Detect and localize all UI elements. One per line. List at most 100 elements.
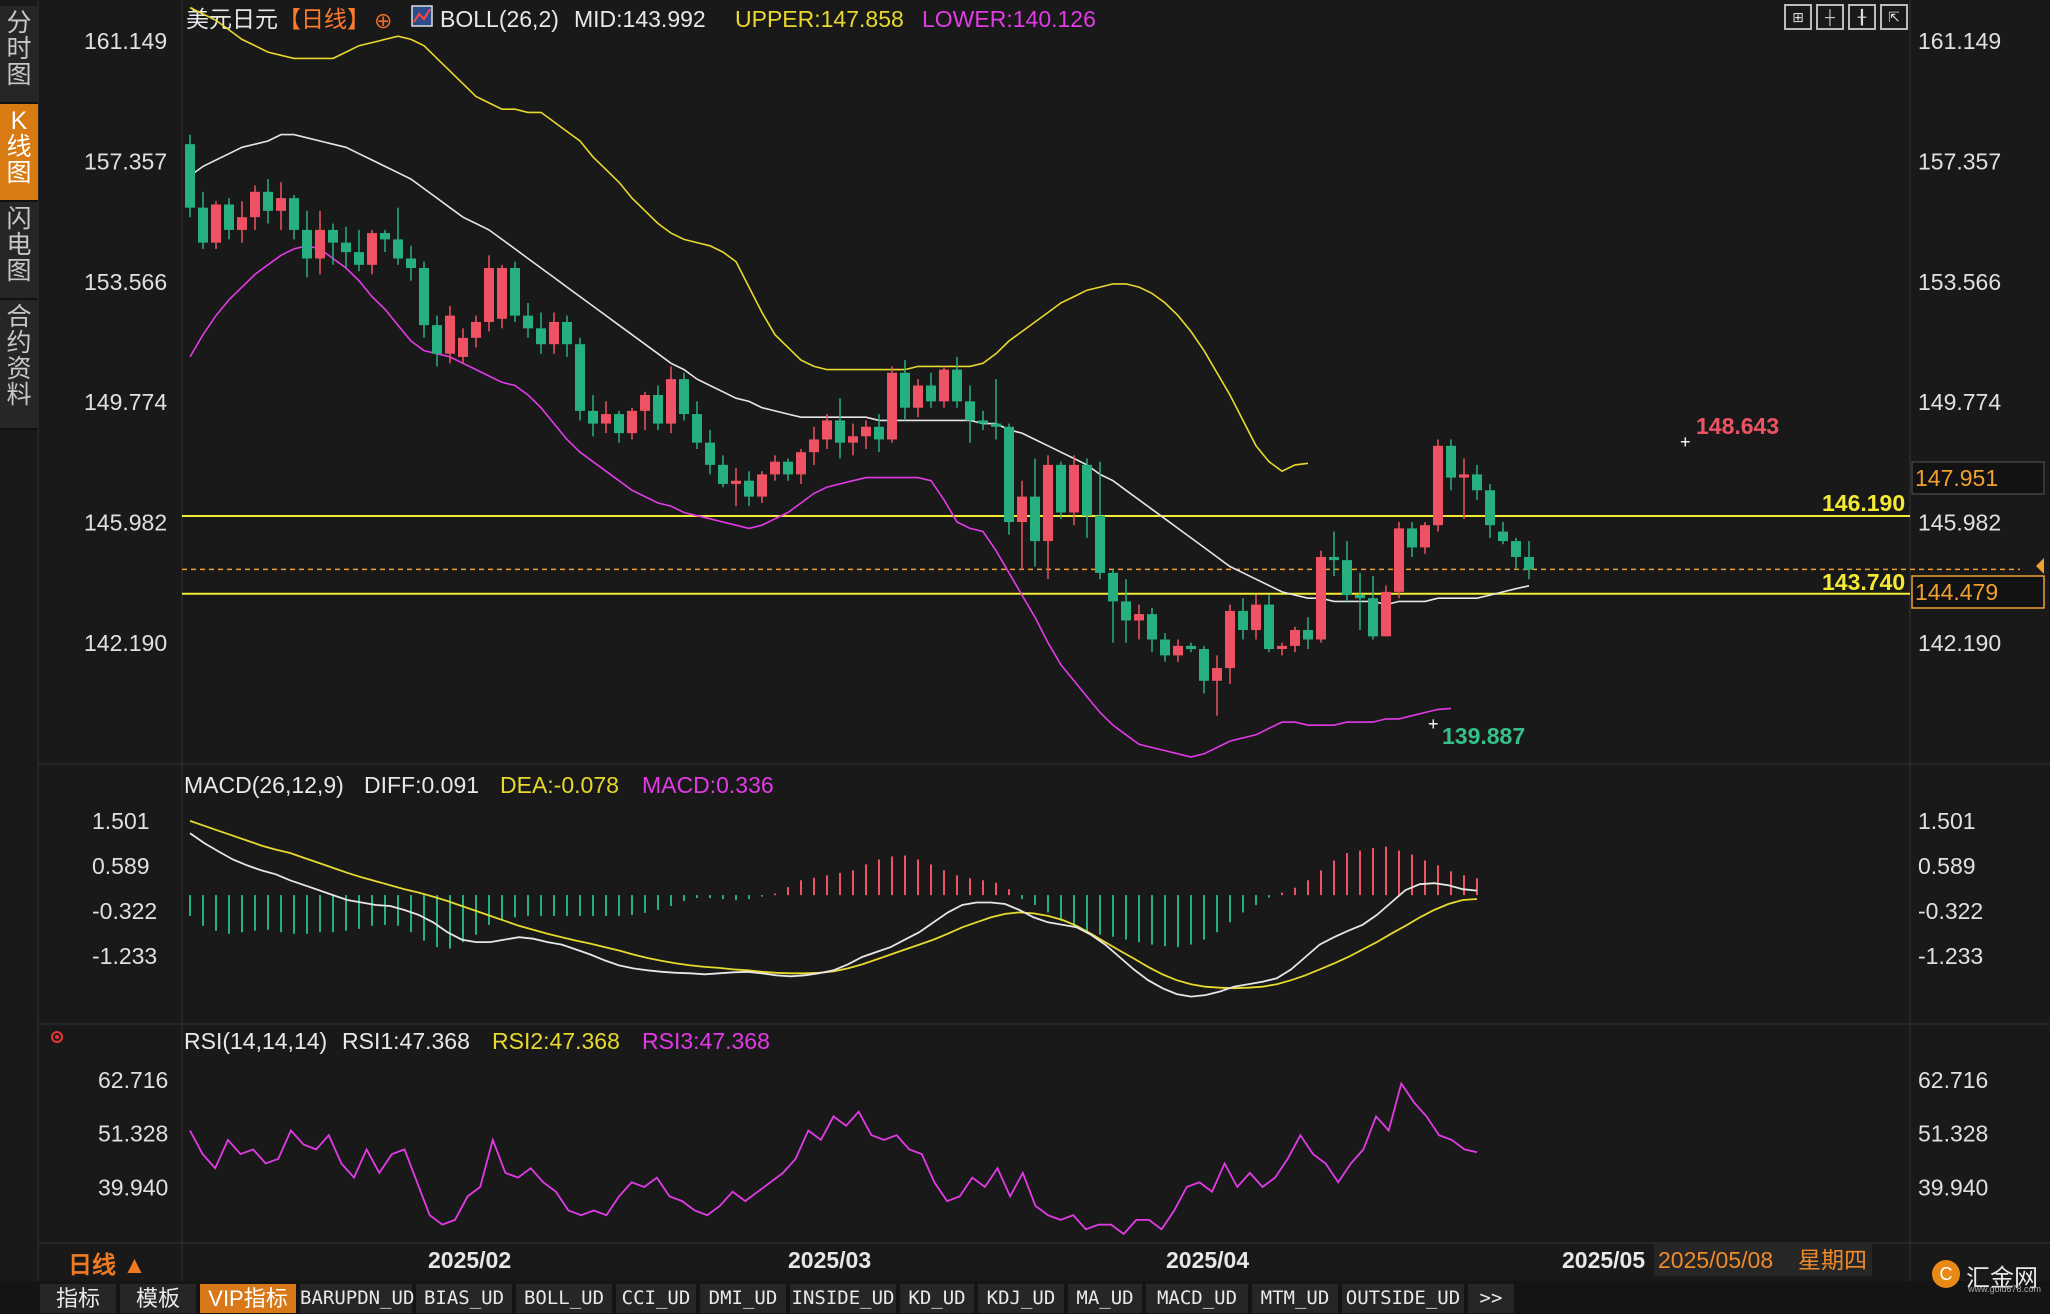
tab-模板[interactable]: 模板 (120, 1284, 196, 1313)
expand-icon[interactable]: ⇱ (1880, 4, 1908, 30)
candle-body (848, 436, 858, 443)
price-tick-left: 145.982 (84, 510, 167, 536)
candle-body (575, 344, 585, 411)
candle-body (822, 420, 832, 440)
sidebar-item-kline[interactable]: K线图 (0, 104, 38, 202)
candle-body (1381, 591, 1391, 637)
candle-body (497, 268, 507, 319)
candle-body (874, 426, 884, 440)
tab-dmi-ud[interactable]: DMI_UD (700, 1284, 786, 1313)
boll-name: BOLL(26,2) (440, 6, 559, 32)
chart-stage[interactable]: 美元日元 【日线】 ⊕ BOLL(26,2) MID:143.992 UPPER… (0, 0, 2050, 1314)
candle-body (718, 464, 728, 484)
boll-upper: UPPER:147.858 (735, 6, 904, 32)
candle-body (796, 452, 806, 475)
grid-icon[interactable]: ⊞ (1784, 4, 1812, 30)
candle-body (1186, 645, 1196, 650)
tab-barupdn-ud[interactable]: BARUPDN_UD (300, 1284, 414, 1313)
plus-circle-icon[interactable]: ⊕ (374, 8, 392, 33)
rsi-name: RSI(14,14,14) (184, 1028, 327, 1054)
line-view-icon[interactable]: ╂ (1848, 4, 1876, 30)
brand-logo: C 汇金网 www.gold678.com (1926, 1256, 2046, 1294)
candle-body (861, 426, 871, 437)
candle-body (900, 372, 910, 408)
price-tick-right: 145.982 (1918, 510, 2001, 536)
tab-cci-ud[interactable]: CCI_UD (616, 1284, 696, 1313)
macd-tick-right: 1.501 (1918, 808, 1976, 834)
candle-body (614, 414, 624, 434)
chart-background (0, 0, 2050, 1314)
candle-body (588, 410, 598, 424)
symbol-name: 美元日元 (186, 6, 278, 32)
candle-body (1498, 531, 1508, 542)
price-tick-left: 161.149 (84, 28, 167, 54)
price-tick-right: 149.774 (1918, 389, 2001, 415)
candle-body (471, 321, 481, 338)
tab-指标[interactable]: 指标 (40, 1284, 116, 1313)
rsi-value-3: RSI3:47.368 (642, 1028, 770, 1054)
candle-body (354, 252, 364, 265)
macd-name: MACD(26,12,9) (184, 772, 344, 798)
rsi-tick-right: 62.716 (1918, 1067, 1988, 1093)
candle-body (1147, 614, 1157, 640)
tab-macd-ud[interactable]: MACD_UD (1146, 1284, 1248, 1313)
candle-body (601, 414, 611, 424)
candle-body (276, 198, 286, 211)
upper-band-box-label: 147.951 (1915, 465, 1998, 491)
candle-body (1238, 610, 1248, 630)
candle-body (679, 379, 689, 415)
time-label-feb: 2025/02 (428, 1247, 511, 1273)
hline-lower-label: 143.740 (1822, 569, 1905, 595)
candle-body (1121, 601, 1131, 621)
period-label[interactable]: 【日线】 (278, 6, 370, 32)
price-tick-left: 142.190 (84, 630, 167, 656)
tab-bias-ud[interactable]: BIAS_UD (416, 1284, 512, 1313)
candle-body (237, 217, 247, 230)
rsi-value-2: RSI2:47.368 (492, 1028, 620, 1054)
candle-body (783, 461, 793, 475)
candle-body (1511, 541, 1521, 557)
tab-kd-ud[interactable]: KD_UD (900, 1284, 974, 1313)
candle-body (562, 321, 572, 345)
tab-outside-ud[interactable]: OUTSIDE_UD (1342, 1284, 1464, 1313)
candle-body (1485, 490, 1495, 526)
candle-body (1524, 556, 1534, 570)
bar-view-icon[interactable]: ┼ (1816, 4, 1844, 30)
tab-inside-ud[interactable]: INSIDE_UD (790, 1284, 896, 1313)
candle-body (523, 315, 533, 329)
macd-value: MACD:0.336 (642, 772, 774, 798)
candle-body (1134, 614, 1144, 621)
high-price-label: 148.643 (1696, 413, 1779, 439)
low-cross-icon: + (1428, 714, 1439, 734)
time-label-mar: 2025/03 (788, 1247, 871, 1273)
left-sidebar: 分时图 K线图 闪电图 合约资料 (0, 0, 38, 430)
candle-body (835, 420, 845, 443)
sidebar-item-flash[interactable]: 闪电图 (0, 202, 38, 300)
candle-body (1303, 629, 1313, 640)
tab-ma-ud[interactable]: MA_UD (1068, 1284, 1142, 1313)
candle-body (757, 474, 767, 497)
macd-tick-right: -0.322 (1918, 898, 1983, 924)
candle-body (1472, 474, 1482, 491)
price-tick-right: 161.149 (1918, 28, 2001, 54)
macd-diff: DIFF:0.091 (364, 772, 479, 798)
candle-body (432, 325, 442, 354)
macd-legend: MACD(26,12,9) DIFF:0.091 DEA:-0.078 MACD… (184, 772, 774, 798)
candle-body (926, 385, 936, 402)
macd-tick-left: 0.589 (92, 853, 150, 879)
tab-vip指标[interactable]: VIP指标 (200, 1284, 296, 1313)
period-toggle[interactable]: 日线 ▲ (68, 1252, 146, 1279)
high-cross-icon: + (1680, 432, 1691, 452)
sidebar-item-contract-info[interactable]: 合约资料 (0, 300, 38, 430)
candle-body (289, 198, 299, 230)
tab--[interactable]: >> (1468, 1284, 1514, 1313)
sidebar-item-timeshare[interactable]: 分时图 (0, 6, 38, 104)
tab-kdj-ud[interactable]: KDJ_UD (978, 1284, 1064, 1313)
time-label-apr: 2025/04 (1166, 1247, 1249, 1273)
candle-body (887, 372, 897, 440)
tab-mtm-ud[interactable]: MTM_UD (1252, 1284, 1338, 1313)
tab-boll-ud[interactable]: BOLL_UD (516, 1284, 612, 1313)
candle-body (1225, 610, 1235, 669)
candle-body (809, 439, 819, 453)
rsi-tick-left: 39.940 (98, 1174, 168, 1200)
